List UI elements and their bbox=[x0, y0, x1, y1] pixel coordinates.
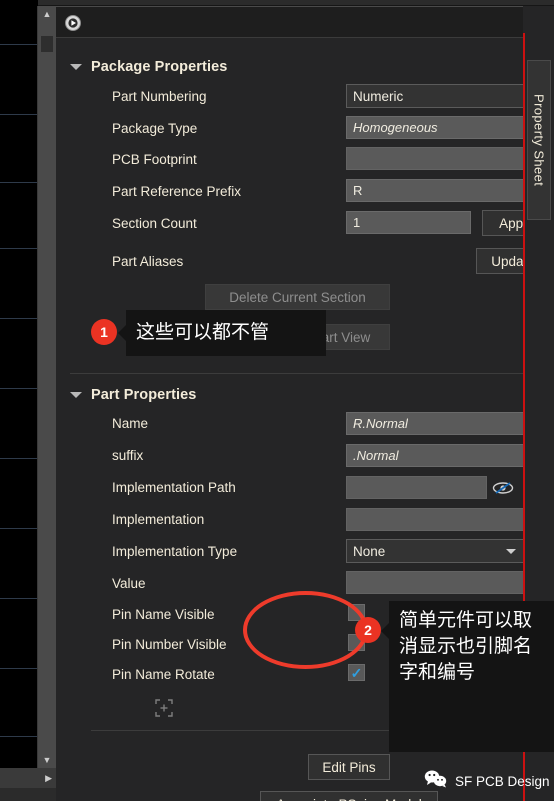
group-header-package-properties[interactable]: Package Properties bbox=[70, 57, 227, 77]
scroll-up-arrow-icon[interactable]: ▲ bbox=[38, 6, 56, 22]
label-name: Name bbox=[112, 416, 149, 431]
group-header-part-properties[interactable]: Part Properties bbox=[70, 385, 196, 405]
combo-part-numbering[interactable]: Numeric bbox=[346, 84, 550, 108]
field-package-type-value: Homogeneous bbox=[353, 120, 438, 135]
combo-implementation-type[interactable]: None bbox=[346, 539, 524, 563]
collapse-triangle-icon[interactable] bbox=[70, 64, 82, 70]
group-title-package-properties: Package Properties bbox=[91, 59, 228, 75]
schematic-horizontal-scrollbar[interactable]: ▶ bbox=[0, 768, 56, 788]
tab-property-sheet-label: Property Sheet bbox=[531, 93, 547, 187]
watermark-label: SF PCB Design bbox=[455, 773, 550, 789]
label-pin-number-visible: Pin Number Visible bbox=[112, 637, 227, 652]
delete-current-section-button[interactable]: Delete Current Section bbox=[205, 284, 390, 310]
wechat-icon bbox=[424, 769, 448, 793]
tab-property-sheet[interactable]: Property Sheet bbox=[527, 60, 551, 220]
field-implementation-path[interactable] bbox=[346, 476, 487, 499]
annotation-text-1: 这些可以都不管 bbox=[136, 322, 270, 343]
label-pin-name-visible: Pin Name Visible bbox=[112, 607, 215, 622]
field-name-value: R.Normal bbox=[353, 416, 408, 431]
label-implementation: Implementation bbox=[112, 512, 205, 527]
label-implementation-type: Implementation Type bbox=[112, 544, 238, 559]
callout-tail bbox=[381, 623, 389, 639]
add-crop-icon[interactable] bbox=[155, 699, 173, 717]
label-value: Value bbox=[112, 576, 146, 591]
annotation-badge-2: 2 bbox=[355, 617, 381, 643]
gear-play-icon[interactable] bbox=[64, 14, 82, 32]
field-section-count[interactable]: 1 bbox=[346, 211, 471, 234]
annotation-ellipse-checkboxes bbox=[243, 591, 368, 669]
eye-hidden-icon[interactable] bbox=[492, 480, 514, 496]
callout-tail bbox=[118, 325, 126, 341]
label-implementation-path: Implementation Path bbox=[112, 480, 236, 495]
label-pcb-footprint: PCB Footprint bbox=[112, 152, 197, 167]
schematic-vertical-scrollbar[interactable]: ▲ ▼ bbox=[38, 6, 56, 768]
field-package-type[interactable]: Homogeneous bbox=[346, 116, 550, 139]
annotation-badge-1: 1 bbox=[91, 319, 117, 345]
field-pcb-footprint[interactable] bbox=[346, 147, 550, 170]
section-divider bbox=[70, 373, 550, 374]
chevron-down-icon[interactable] bbox=[506, 549, 516, 554]
schematic-panel-border bbox=[0, 6, 38, 801]
associate-pspice-model-button[interactable]: Associate PSpice Model bbox=[260, 791, 438, 801]
annotation-callout-2: 简单元件可以取消显示也引脚名字和编号 bbox=[381, 601, 554, 752]
field-suffix-value: .Normal bbox=[353, 448, 399, 463]
watermark: SF PCB Design bbox=[424, 769, 550, 793]
combo-part-numbering-value: Numeric bbox=[353, 88, 404, 104]
label-package-type: Package Type bbox=[112, 121, 198, 136]
label-part-aliases: Part Aliases bbox=[112, 254, 184, 269]
scroll-right-arrow-icon[interactable]: ▶ bbox=[45, 773, 56, 784]
scrollbar-thumb[interactable] bbox=[41, 36, 53, 52]
label-suffix: suffix bbox=[112, 448, 144, 463]
annotation-text-2: 简单元件可以取消显示也引脚名字和编号 bbox=[399, 610, 533, 683]
group-title-part-properties: Part Properties bbox=[91, 387, 197, 403]
statusbar-fill bbox=[0, 788, 56, 801]
field-part-reference-prefix[interactable]: R bbox=[346, 179, 526, 202]
label-section-count: Section Count bbox=[112, 216, 197, 231]
label-pin-name-rotate: Pin Name Rotate bbox=[112, 667, 215, 682]
field-implementation[interactable] bbox=[346, 508, 524, 531]
collapse-triangle-icon[interactable] bbox=[70, 392, 82, 398]
edit-pins-button[interactable]: Edit Pins bbox=[308, 754, 390, 780]
field-section-count-value: 1 bbox=[353, 215, 361, 230]
scroll-down-arrow-icon[interactable]: ▼ bbox=[38, 752, 56, 768]
field-value[interactable] bbox=[346, 571, 524, 594]
field-suffix[interactable]: .Normal bbox=[346, 444, 524, 467]
combo-implementation-type-value: None bbox=[353, 543, 386, 559]
annotation-callout-1: 这些可以都不管 bbox=[118, 310, 326, 356]
label-part-numbering: Part Numbering bbox=[112, 89, 207, 104]
checkbox-pin-name-rotate[interactable]: ✓ bbox=[348, 664, 365, 681]
check-mark-icon: ✓ bbox=[350, 664, 363, 681]
field-name[interactable]: R.Normal bbox=[346, 412, 524, 435]
label-part-reference-prefix: Part Reference Prefix bbox=[112, 184, 242, 199]
field-part-reference-prefix-value: R bbox=[353, 183, 363, 198]
property-sheet-toolbar bbox=[56, 6, 554, 38]
